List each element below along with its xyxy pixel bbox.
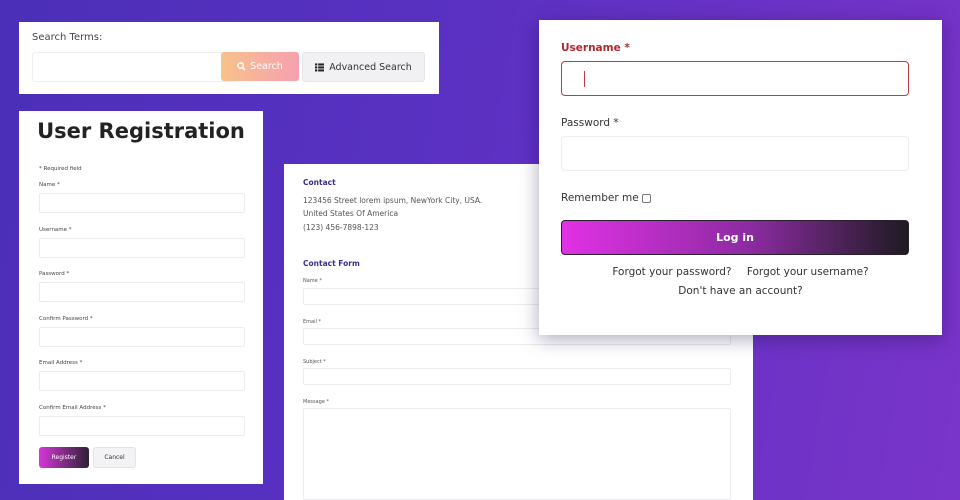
contact-address-line1: 123456 Street lorem ipsum, NewYork City,… (303, 196, 483, 205)
search-button[interactable]: Search (221, 52, 299, 81)
username-field[interactable] (39, 238, 245, 258)
forgot-links: Forgot your password? Forgot your userna… (539, 266, 942, 278)
remember-me-label: Remember me (561, 192, 639, 204)
no-account-link[interactable]: Don't have an account? (539, 285, 942, 297)
password-field[interactable] (39, 282, 245, 302)
contact-subject-field[interactable] (303, 368, 731, 385)
password-label: Password * (561, 117, 619, 129)
contact-message-field[interactable] (303, 408, 731, 500)
name-field[interactable] (39, 193, 245, 213)
search-icon (237, 62, 246, 71)
advanced-search-button[interactable]: Advanced Search (302, 52, 425, 82)
forgot-password-link[interactable]: Forgot your password? (612, 266, 731, 278)
remember-me-checkbox[interactable] (641, 193, 651, 203)
contact-phone: (123) 456-7898-123 (303, 223, 379, 232)
confirm-password-field[interactable] (39, 327, 245, 347)
name-label: Name * (39, 182, 60, 188)
remember-me: Remember me (561, 192, 651, 204)
search-panel: Search Terms: Search Advanced Search (19, 22, 439, 94)
required-field-note: * Required field (39, 166, 82, 172)
contact-email-label: Email * (303, 319, 321, 325)
search-input[interactable] (32, 52, 235, 82)
cancel-button[interactable]: Cancel (93, 447, 136, 468)
confirm-email-field[interactable] (39, 416, 245, 436)
username-label: Username * (561, 42, 630, 54)
contact-name-label: Name * (303, 278, 322, 284)
username-label: Username * (39, 227, 72, 233)
login-panel: Username * Password * Remember me Log in… (539, 20, 942, 335)
register-button[interactable]: Register (39, 447, 89, 468)
contact-message-label: Message * (303, 399, 330, 405)
email-label: Email Address * (39, 360, 83, 366)
text-caret (584, 71, 585, 87)
advanced-search-label: Advanced Search (329, 61, 412, 73)
contact-form-heading: Contact Form (303, 259, 360, 268)
search-terms-label: Search Terms: (32, 32, 103, 43)
confirm-email-label: Confirm Email Address * (39, 405, 106, 411)
search-button-label: Search (250, 61, 283, 72)
list-icon (315, 62, 325, 71)
forgot-username-link[interactable]: Forgot your username? (747, 266, 869, 278)
contact-address-line2: United States Of America (303, 209, 399, 218)
email-field[interactable] (39, 371, 245, 391)
login-password-field[interactable] (561, 136, 909, 171)
contact-heading: Contact (303, 178, 336, 187)
login-username-field[interactable] (561, 61, 909, 96)
confirm-password-label: Confirm Password * (39, 316, 93, 322)
registration-title: User Registration (37, 119, 245, 143)
contact-subject-label: Subject * (303, 359, 326, 365)
login-button[interactable]: Log in (561, 220, 909, 255)
registration-panel: User Registration * Required field Name … (19, 111, 263, 484)
password-label: Password * (39, 271, 70, 277)
